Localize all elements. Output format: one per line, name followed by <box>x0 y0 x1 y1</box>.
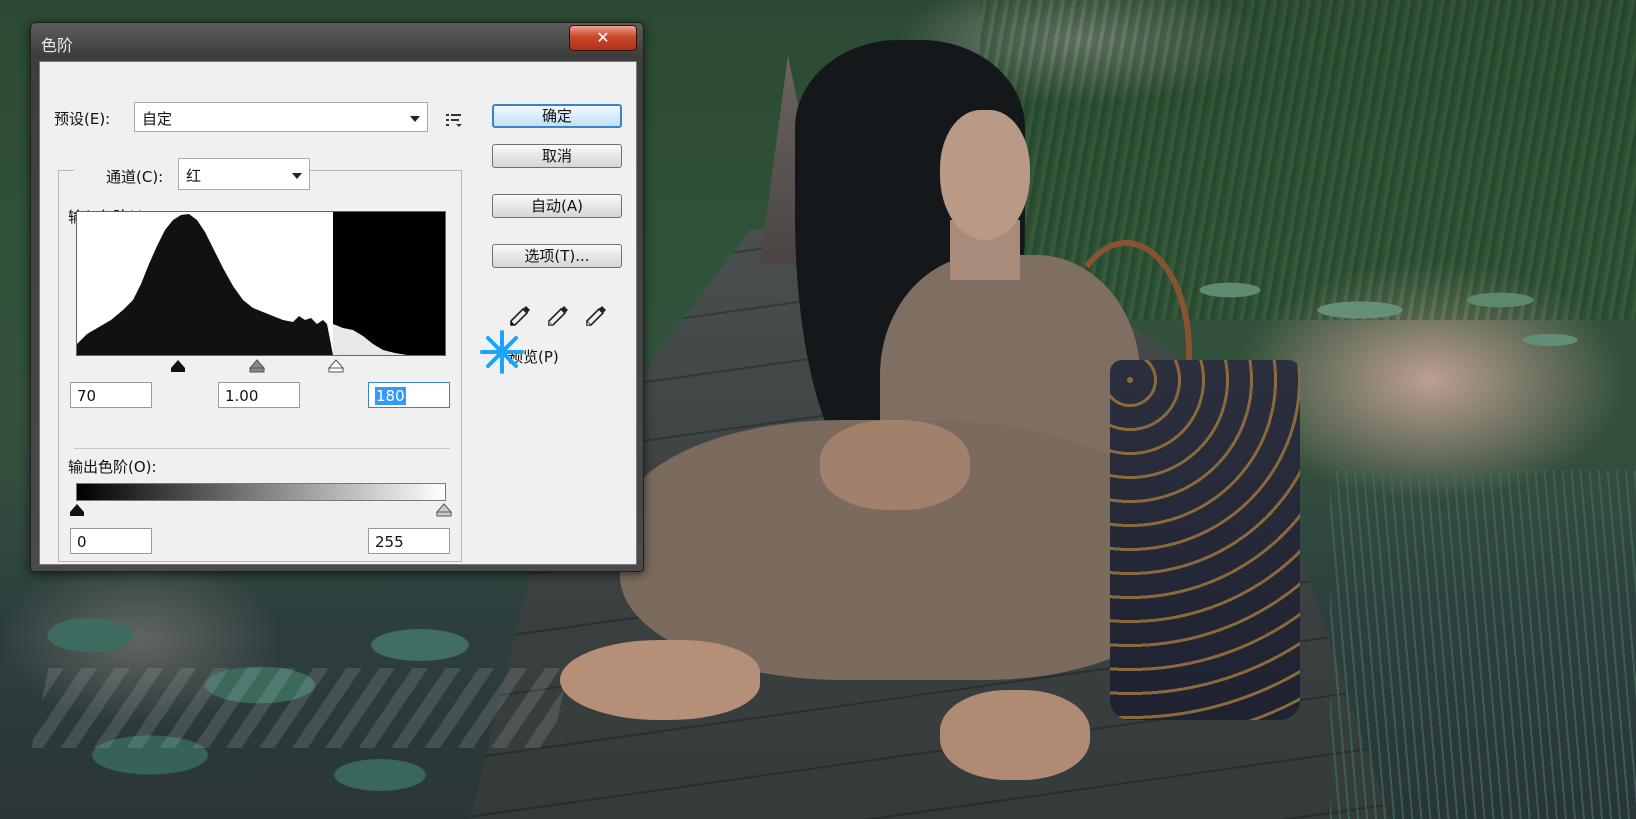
input-black-thumb <box>171 360 185 372</box>
input-black-field[interactable]: 70 <box>70 382 152 408</box>
levels-dialog: 色阶 ✕ 预设(E): 自定 确定 取消 自动(A) 选项(T)... 预览(P… <box>30 22 644 572</box>
gray-eyedropper-icon[interactable] <box>544 302 572 330</box>
woman-arm <box>820 420 970 510</box>
watermark <box>31 668 569 748</box>
channel-select[interactable]: 红 <box>178 158 310 190</box>
black-eyedropper-icon[interactable] <box>506 302 534 330</box>
input-slider[interactable] <box>76 356 446 376</box>
input-white-field[interactable]: 180 <box>368 382 450 408</box>
output-levels-label: 输出色阶(O): <box>68 458 157 476</box>
close-icon: ✕ <box>596 28 610 47</box>
output-black-field[interactable]: 0 <box>70 528 152 554</box>
input-gamma-field[interactable]: 1.00 <box>218 382 300 408</box>
output-black-value: 0 <box>77 533 87 551</box>
histogram-graph <box>77 212 445 355</box>
chevron-down-icon <box>292 173 302 179</box>
title-bar[interactable]: 色阶 ✕ <box>31 23 643 61</box>
output-black-thumb <box>70 504 84 516</box>
input-white-thumb <box>327 359 345 373</box>
options-button[interactable]: 选项(T)... <box>492 244 622 268</box>
white-eyedropper-icon[interactable] <box>582 302 610 330</box>
output-slider[interactable] <box>68 502 458 520</box>
handbag <box>1110 360 1300 720</box>
input-white-value: 180 <box>375 387 406 405</box>
output-gradient-bar <box>76 483 446 501</box>
output-white-thumb <box>435 503 453 517</box>
woman-face <box>940 110 1030 240</box>
cancel-button[interactable]: 取消 <box>492 144 622 168</box>
dialog-title: 色阶 <box>41 36 74 55</box>
input-gamma-value: 1.00 <box>225 387 259 405</box>
separator <box>74 448 450 449</box>
woman-foot-left <box>560 640 760 720</box>
close-button[interactable]: ✕ <box>569 25 637 51</box>
busy-cursor-icon <box>480 330 524 374</box>
channel-label: 通道(C): <box>106 168 164 186</box>
woman-foot-right <box>940 690 1090 780</box>
preset-value: 自定 <box>142 110 173 128</box>
auto-button[interactable]: 自动(A) <box>492 194 622 218</box>
input-gamma-thumb <box>248 359 266 373</box>
preset-select[interactable]: 自定 <box>134 102 428 132</box>
chevron-down-icon <box>410 116 420 122</box>
input-black-value: 70 <box>77 387 97 405</box>
ok-button[interactable]: 确定 <box>492 104 622 128</box>
preset-label: 预设(E): <box>54 110 111 128</box>
dialog-body: 预设(E): 自定 确定 取消 自动(A) 选项(T)... 预览(P) 通道(… <box>39 61 637 565</box>
output-white-field[interactable]: 255 <box>368 528 450 554</box>
output-white-value: 255 <box>375 533 404 551</box>
histogram <box>76 211 446 356</box>
reeds <box>1330 470 1636 819</box>
preset-menu-icon[interactable] <box>444 110 464 130</box>
channel-value: 红 <box>186 167 202 185</box>
